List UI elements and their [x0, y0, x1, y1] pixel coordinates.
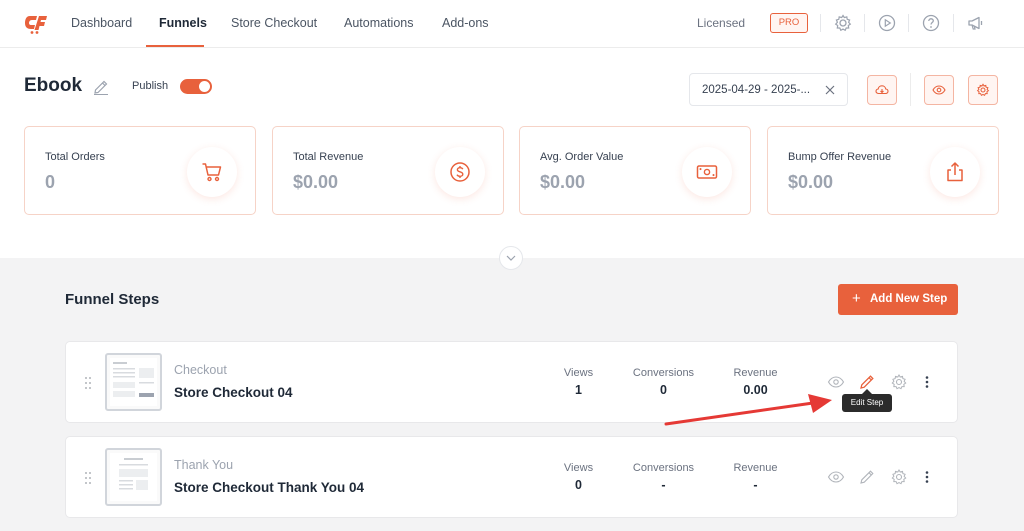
pro-badge: PRO — [770, 13, 808, 33]
publish-label: Publish — [132, 80, 169, 92]
step-name[interactable]: Store Checkout Thank You 04 — [174, 480, 364, 495]
revenue-value: - — [753, 478, 758, 492]
funnel-settings-button[interactable] — [968, 75, 998, 105]
nav-divider — [864, 14, 865, 32]
cloud-download-icon — [875, 85, 889, 95]
stat-card-total-revenue: Total Revenue $0.00 — [272, 126, 504, 215]
stat-icon-circle — [187, 147, 237, 197]
drag-handle-icon[interactable] — [84, 471, 92, 485]
eye-icon[interactable] — [827, 373, 845, 391]
eye-icon — [932, 85, 946, 95]
share-icon — [947, 162, 963, 182]
active-tab-indicator — [146, 45, 204, 47]
nav-funnels[interactable]: Funnels — [159, 16, 207, 30]
top-nav: Dashboard Funnels Store Checkout Automat… — [0, 0, 1024, 48]
step-thumbnail[interactable] — [105, 448, 162, 506]
checkout-preview-image — [110, 358, 157, 406]
collapse-stats-button[interactable] — [499, 246, 523, 270]
publish-toggle[interactable] — [180, 79, 212, 94]
conversions-label: Conversions — [632, 462, 695, 474]
edit-step-tooltip: Edit Step — [842, 394, 892, 412]
close-icon[interactable] — [823, 83, 837, 97]
stat-icon-circle — [682, 147, 732, 197]
more-options-icon[interactable] — [918, 373, 936, 391]
dollar-circle-icon — [450, 162, 470, 182]
nav-dashboard[interactable]: Dashboard — [71, 16, 132, 30]
views-label: Views — [563, 462, 594, 474]
cartflows-logo-icon[interactable] — [24, 12, 48, 34]
stat-label: Total Revenue — [293, 151, 364, 163]
thank-you-preview-image — [110, 453, 157, 501]
drag-handle-icon[interactable] — [84, 376, 92, 390]
views-label: Views — [563, 367, 594, 379]
nav-divider — [908, 14, 909, 32]
conversions-value: - — [661, 478, 666, 492]
stat-label: Avg. Order Value — [540, 151, 624, 163]
preview-button[interactable] — [924, 75, 954, 105]
stat-label: Bump Offer Revenue — [788, 151, 892, 163]
toggle-knob — [199, 81, 210, 92]
stat-label: Total Orders — [45, 151, 105, 163]
header-divider — [910, 73, 911, 106]
revenue-label: Revenue — [733, 462, 778, 474]
nav-divider — [820, 14, 821, 32]
step-name[interactable]: Store Checkout 04 — [174, 385, 293, 400]
help-icon[interactable] — [921, 13, 941, 33]
revenue-label: Revenue — [733, 367, 778, 379]
nav-automations[interactable]: Automations — [344, 16, 413, 30]
views-value: 1 — [575, 383, 582, 397]
add-new-step-button[interactable]: + Add New Step — [838, 284, 958, 315]
date-range-picker[interactable]: 2025-04-29 - 2025-... — [689, 73, 848, 106]
cart-icon — [202, 163, 222, 182]
stat-value: $0.00 — [293, 172, 339, 192]
conversions-label: Conversions — [632, 367, 695, 379]
megaphone-icon[interactable] — [966, 13, 986, 33]
nav-divider — [953, 14, 954, 32]
annotation-arrow — [664, 394, 832, 426]
chevron-down-icon — [506, 255, 516, 261]
add-new-step-label: Add New Step — [870, 293, 948, 305]
step-type: Checkout — [174, 363, 227, 377]
gear-icon[interactable] — [890, 373, 908, 391]
gear-icon[interactable] — [890, 468, 908, 486]
gear-icon — [976, 83, 990, 96]
nav-store-checkout[interactable]: Store Checkout — [231, 16, 317, 30]
nav-add-ons[interactable]: Add-ons — [442, 16, 489, 30]
page-title: Ebook — [24, 75, 83, 96]
play-icon[interactable] — [877, 13, 897, 33]
date-range-value: 2025-04-29 - 2025-... — [702, 84, 811, 96]
step-type: Thank You — [174, 458, 234, 472]
license-status: Licensed — [697, 16, 746, 30]
eye-icon[interactable] — [827, 468, 845, 486]
more-options-icon[interactable] — [918, 468, 936, 486]
stat-card-avg-order-value: Avg. Order Value $0.00 — [519, 126, 751, 215]
step-thumbnail[interactable] — [105, 353, 162, 411]
stat-card-bump-offer-revenue: Bump Offer Revenue $0.00 — [767, 126, 999, 215]
funnel-steps-title: Funnel Steps — [65, 291, 160, 308]
stat-value: $0.00 — [540, 172, 586, 192]
stat-value: $0.00 — [788, 172, 834, 192]
stat-value: 0 — [45, 172, 56, 192]
stat-icon-circle — [435, 147, 485, 197]
funnel-step-row: Thank You Store Checkout Thank You 04 Vi… — [65, 436, 958, 518]
cash-icon — [696, 165, 718, 179]
edit-title-icon[interactable] — [92, 78, 110, 96]
views-value: 0 — [575, 478, 582, 492]
gear-icon[interactable] — [833, 13, 853, 33]
stat-card-total-orders: Total Orders 0 — [24, 126, 256, 215]
plus-icon: + — [852, 290, 861, 307]
export-button[interactable] — [867, 75, 897, 105]
edit-step-icon[interactable] — [858, 468, 876, 486]
stat-icon-circle — [930, 147, 980, 197]
